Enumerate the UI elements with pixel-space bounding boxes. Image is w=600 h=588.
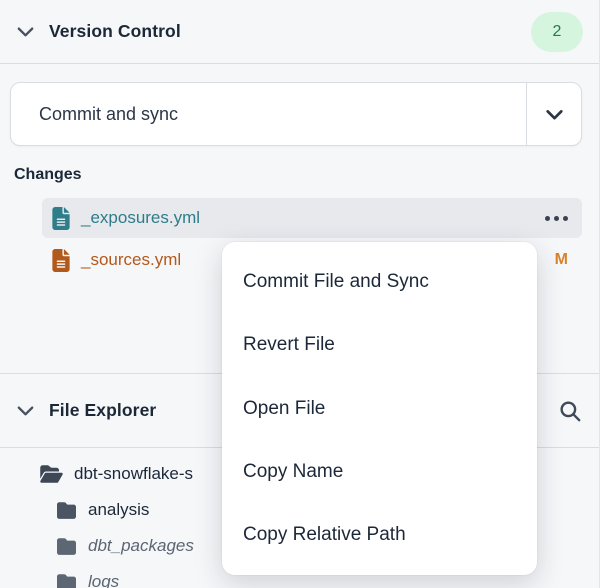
menu-item-copy-relative-path[interactable]: Copy Relative Path [222,504,537,567]
tree-item-label: analysis [88,500,149,520]
chevron-down-icon[interactable] [14,399,37,422]
menu-item-copy-name[interactable]: Copy Name [222,440,537,503]
yaml-file-icon [52,207,70,230]
file-context-menu: Commit File and Sync Revert File Open Fi… [222,242,537,575]
folder-icon [56,537,77,556]
menu-item-open-file[interactable]: Open File [222,377,537,440]
folder-open-icon [40,464,63,484]
tree-item-label: dbt-snowflake-s [74,464,193,484]
folder-icon [56,501,77,520]
changed-file-name: _exposures.yml [81,208,200,228]
yaml-file-icon [52,249,70,272]
commit-action-selected: Commit and sync [11,104,178,125]
changes-count-badge: 2 [531,12,583,52]
changed-file-name: _sources.yml [81,250,181,270]
commit-action-dropdown[interactable]: Commit and sync [10,82,582,146]
chevron-down-icon[interactable] [14,20,37,43]
version-control-header: Version Control 2 [0,0,599,64]
file-explorer-title: File Explorer [49,400,156,421]
changed-file-row-exposures[interactable]: _exposures.yml [42,198,582,238]
version-control-title: Version Control [49,21,181,42]
changes-section-label: Changes [14,166,82,184]
menu-item-commit-file-and-sync[interactable]: Commit File and Sync [222,250,537,313]
search-icon[interactable] [557,398,583,424]
tree-item-label: logs [88,572,119,588]
modified-status-badge: M [555,251,568,269]
dropdown-chevron-button[interactable] [526,83,581,145]
tree-item-label: dbt_packages [88,536,194,556]
file-actions-ellipsis-button[interactable] [545,212,568,225]
folder-icon [56,573,77,588]
menu-item-revert-file[interactable]: Revert File [222,313,537,376]
